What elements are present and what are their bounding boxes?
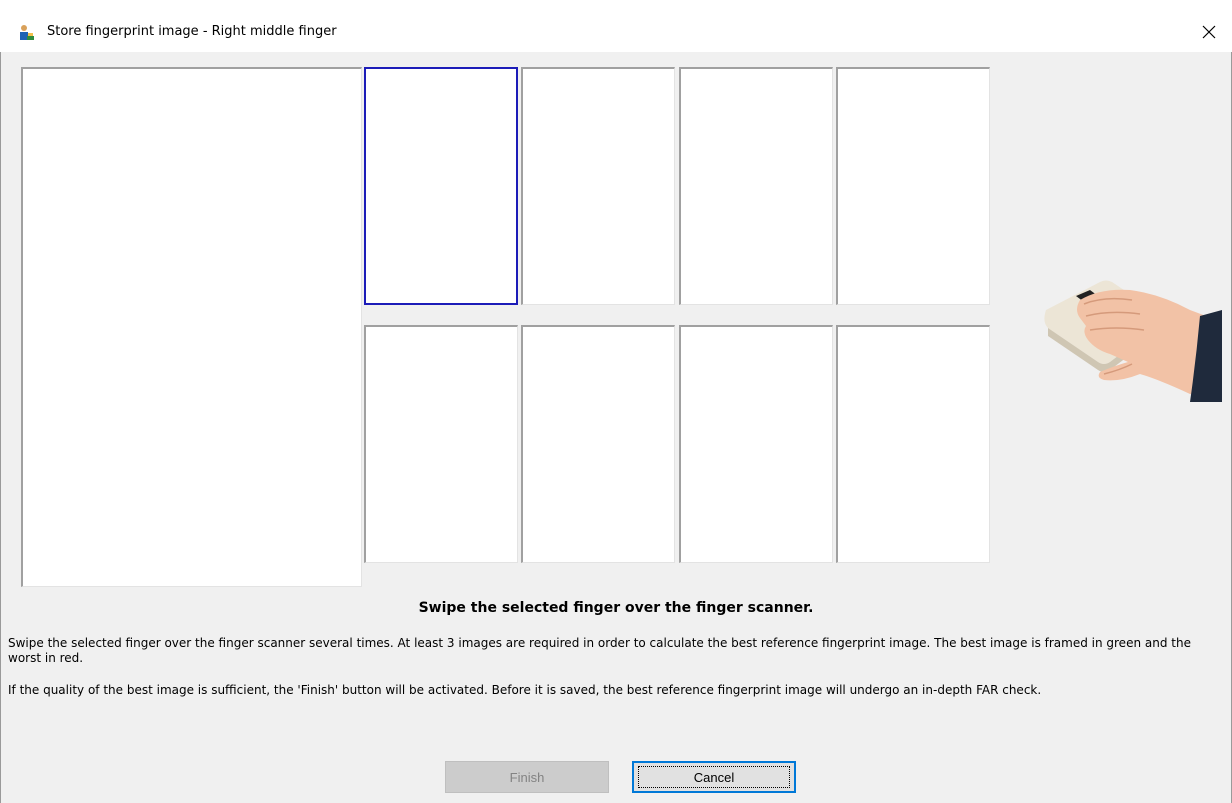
close-icon <box>1202 25 1216 39</box>
title-bar: Store fingerprint image - Right middle f… <box>0 0 1232 52</box>
fingerprint-thumbnail-8[interactable] <box>836 325 990 563</box>
fingerprint-thumbnail-7[interactable] <box>679 325 833 563</box>
fingerprint-thumbnail-1[interactable] <box>364 67 518 305</box>
fingerprint-thumbnail-3[interactable] <box>679 67 833 305</box>
fingerprint-scanner-hand-icon <box>1044 280 1222 402</box>
main-fingerprint-image <box>21 67 362 587</box>
fingerprint-thumbnail-5[interactable] <box>364 325 518 563</box>
cancel-button-label: Cancel <box>638 766 790 788</box>
fingerprint-thumbnail-4[interactable] <box>836 67 990 305</box>
fingerprint-thumbnail-6[interactable] <box>521 325 675 563</box>
close-button[interactable] <box>1186 14 1232 50</box>
user-person-icon <box>17 24 35 42</box>
window-title: Store fingerprint image - Right middle f… <box>47 24 337 39</box>
finish-button[interactable]: Finish <box>445 761 609 793</box>
instruction-heading: Swipe the selected finger over the finge… <box>418 600 814 616</box>
window-border <box>0 52 1 803</box>
instruction-paragraph-2: If the quality of the best image is suff… <box>8 683 1042 697</box>
instruction-paragraph-1: Swipe the selected finger over the finge… <box>8 636 1191 665</box>
cancel-button[interactable]: Cancel <box>632 761 796 793</box>
fingerprint-thumbnail-2[interactable] <box>521 67 675 305</box>
